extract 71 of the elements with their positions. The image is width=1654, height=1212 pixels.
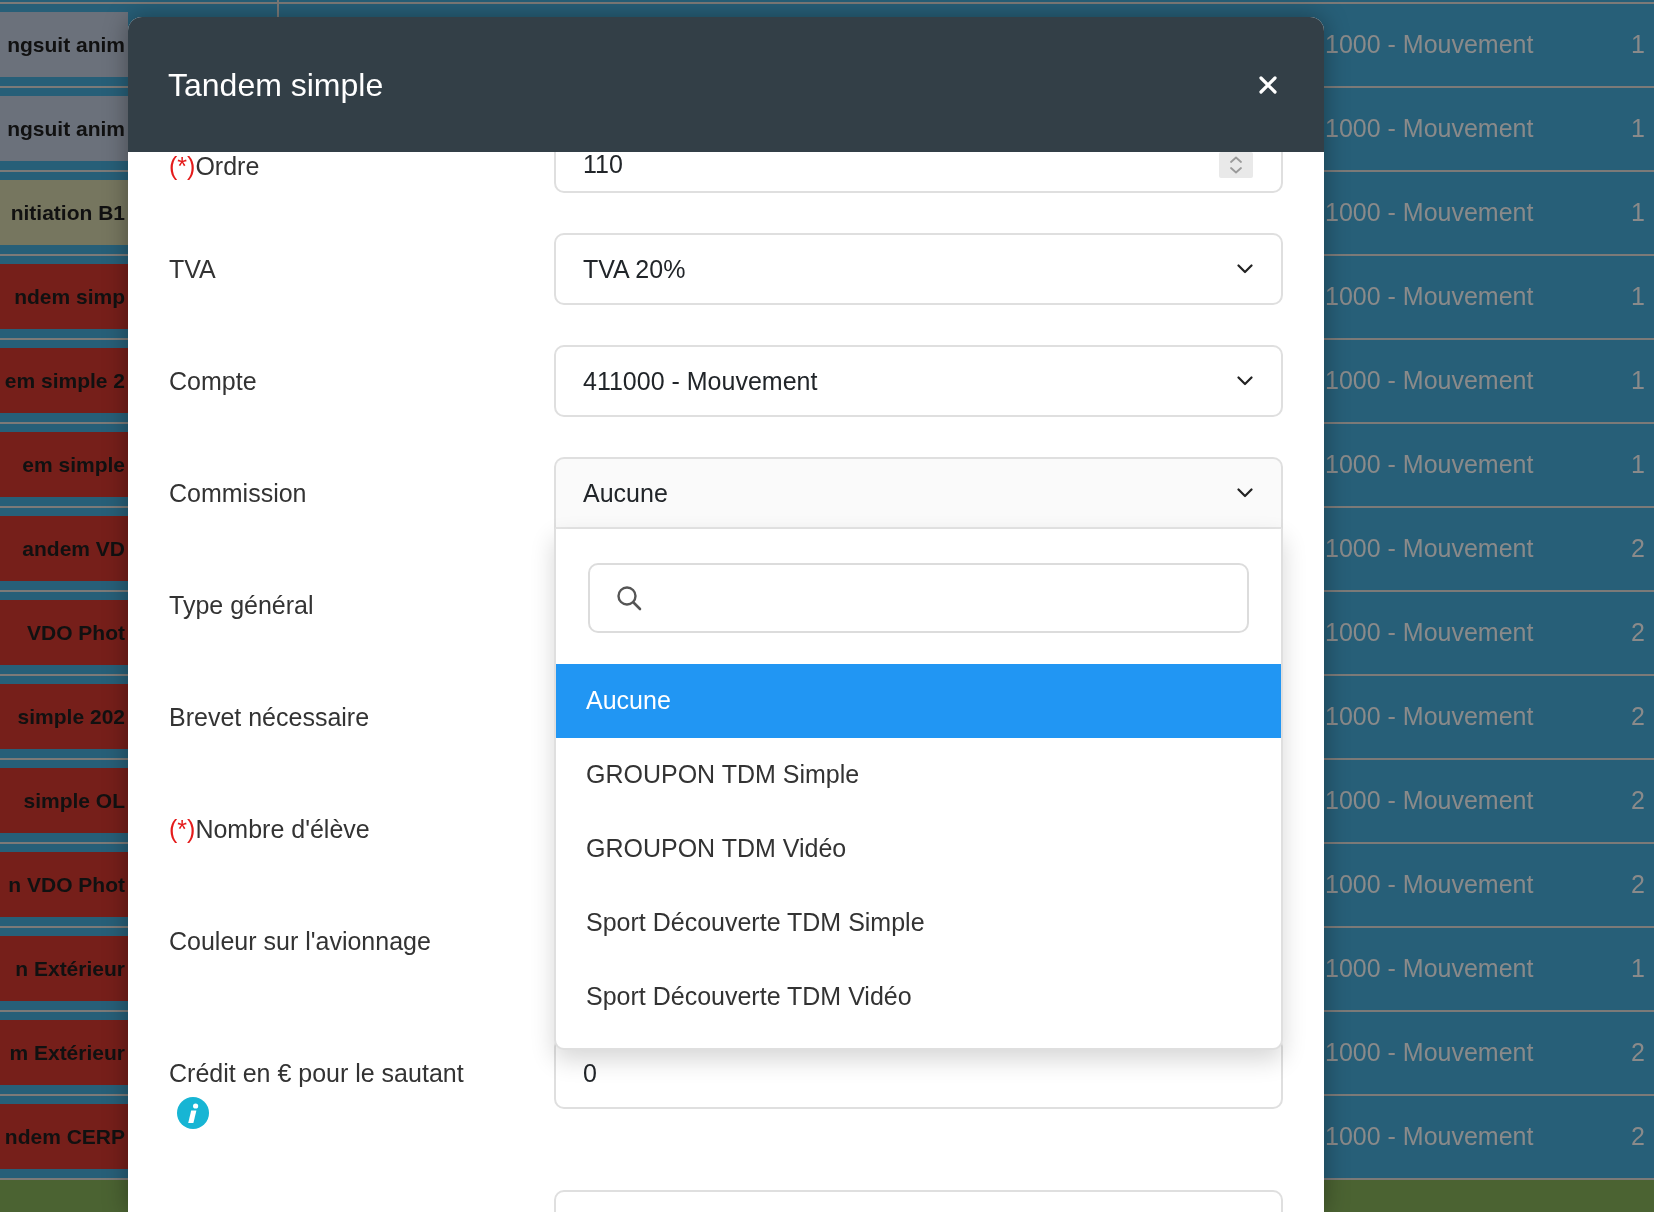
table-cell-text: 1: [1631, 197, 1645, 229]
table-cell-text: 1000 - Mouvement: [1325, 953, 1534, 985]
select-field[interactable]: Aucune: [554, 457, 1283, 529]
table-cell: ndem CERP: [0, 1104, 128, 1169]
table-cell-text: 1000 - Mouvement: [1325, 365, 1534, 397]
table-cell-text: 1: [1631, 29, 1645, 61]
table-cell-text: 1: [1631, 365, 1645, 397]
table-cell: simple OL: [0, 768, 128, 833]
table-cell: ngsuit anim: [0, 12, 128, 77]
close-button[interactable]: [1259, 75, 1277, 94]
table-cell-text: 2: [1631, 533, 1645, 565]
field-label: Type général: [169, 591, 314, 619]
dropdown-option[interactable]: GROUPON TDM Vidéo: [556, 812, 1281, 886]
dropdown-option[interactable]: Sport Découverte TDM Simple: [556, 886, 1281, 960]
field-label: Brevet nécessaire: [169, 703, 370, 731]
table-cell-text: 1000 - Mouvement: [1325, 1121, 1534, 1153]
table-cell-text: 2: [1631, 869, 1645, 901]
table-cell-text: 2: [1631, 785, 1645, 817]
field-label: Ordre: [195, 152, 260, 180]
chevron-down-icon: [1237, 488, 1253, 498]
table-cell-text: 1000 - Mouvement: [1325, 113, 1534, 145]
table-cell: n Extérieur: [0, 936, 128, 1001]
table-cell-text: 2: [1631, 1121, 1645, 1153]
table-cell: n VDO Phot: [0, 852, 128, 917]
table-cell-text: 2: [1631, 701, 1645, 733]
table-cell: em simple 2: [0, 348, 128, 413]
select-field[interactable]: 411000 - Mouvement: [554, 345, 1283, 417]
table-cell-text: 1: [1631, 449, 1645, 481]
field-label: Compte: [169, 367, 257, 395]
select-field[interactable]: TVA 20%: [554, 233, 1283, 305]
table-cell-text: 1000 - Mouvement: [1325, 281, 1534, 313]
dialog-title: Tandem simple: [168, 65, 384, 104]
table-cell-text: 1: [1631, 281, 1645, 313]
table-cell-text: 1000 - Mouvement: [1325, 617, 1534, 649]
dropdown-option[interactable]: GROUPON TDM Simple: [556, 738, 1281, 812]
number-field[interactable]: 110: [554, 152, 1283, 193]
table-cell-text: 1: [1631, 113, 1645, 145]
info-icon[interactable]: [177, 1097, 209, 1129]
dropdown-option[interactable]: Sport Découverte TDM Vidéo: [556, 960, 1281, 1034]
table-cell-text: 1000 - Mouvement: [1325, 869, 1534, 901]
table-cell: andem VD: [0, 516, 128, 581]
table-cell-text: 1000 - Mouvement: [1325, 1037, 1534, 1069]
table-cell: nitiation B1: [0, 180, 128, 245]
table-cell-text: 2: [1631, 1037, 1645, 1069]
table-cell-text: 1000 - Mouvement: [1325, 197, 1534, 229]
chevron-down-icon: [1237, 376, 1253, 386]
table-cell: VDO Phot: [0, 600, 128, 665]
field-label: Crédit en € pour le sautant: [169, 1059, 464, 1087]
field-label: Commission: [169, 479, 307, 507]
table-cell-text: 1000 - Mouvement: [1325, 533, 1534, 565]
chevron-down-icon: [1237, 264, 1253, 274]
table-cell-text: 1: [1631, 953, 1645, 985]
table-cell-text: 1000 - Mouvement: [1325, 449, 1534, 481]
required-mark: (*): [169, 152, 196, 180]
field-label: TVA: [169, 255, 216, 283]
field-label: Nombre d'élève: [195, 815, 370, 843]
table-cell: m Extérieur: [0, 1020, 128, 1085]
field-label: Couleur sur l'avionnage: [169, 927, 431, 955]
required-mark: (*): [169, 815, 196, 843]
table-cell: ngsuit anim: [0, 96, 128, 161]
table-cell: em simple: [0, 432, 128, 497]
table-cell: simple 202: [0, 684, 128, 749]
search-field[interactable]: [588, 563, 1249, 633]
table-cell-text: 1000 - Mouvement: [1325, 29, 1534, 61]
search-icon: [616, 585, 642, 611]
table-cell-text: 1000 - Mouvement: [1325, 701, 1534, 733]
spinner-icon[interactable]: [1219, 152, 1253, 178]
table-cell-text: 2: [1631, 617, 1645, 649]
close-icon: [1259, 75, 1277, 94]
table-cell: ndem simp: [0, 264, 128, 329]
table-cell-text: 1000 - Mouvement: [1325, 785, 1534, 817]
